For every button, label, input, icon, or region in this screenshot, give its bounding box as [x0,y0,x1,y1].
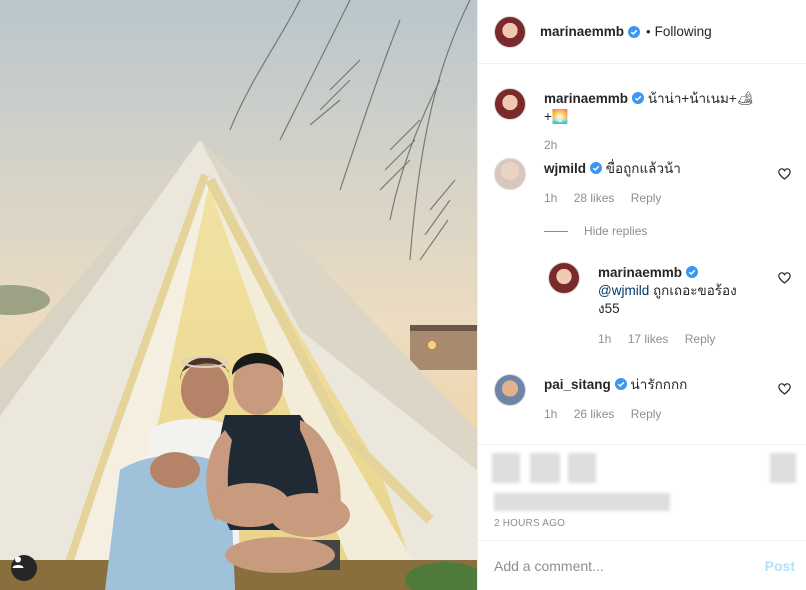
reply-time: 1h [598,332,612,346]
commenter-username[interactable]: pai_sitang [544,377,611,392]
post-dialog: marinaemmb • Following marinaemmb น้าน่า… [0,0,806,590]
reply-button[interactable]: Reply [631,407,662,421]
caption-text: น้าน่า+น้าเนม+ [647,91,737,106]
caption: marinaemmb น้าน่า+น้าเนม+🏕 +🌅 2h [494,88,760,152]
add-comment-bar: Post [478,540,806,590]
post-timestamp: 2 HOURS AGO [494,518,566,529]
comment-item: wjmild ขื่อถูกแล้วน้า 1h 28 likes Reply [494,158,760,205]
comment-text: ขื่อถูกแล้วน้า [605,161,681,176]
reply-avatar[interactable] [548,262,580,294]
comment-text: น่ารักกกก [630,377,688,392]
likes-count-blurred [494,493,670,511]
reply-button[interactable]: Reply [631,191,662,205]
share-button-blurred[interactable] [568,453,596,483]
heart-outline-icon[interactable] [778,272,791,284]
post-comment-button[interactable]: Post [765,558,795,574]
following-button[interactable]: Following [655,24,712,39]
commenter-username[interactable]: wjmild [544,161,586,176]
action-bar: 2 HOURS AGO [478,444,806,540]
comment-likes[interactable]: 26 likes [574,407,615,421]
mention-link[interactable]: @wjmild [598,283,649,298]
post-header: marinaemmb • Following [478,0,806,64]
divider-line [544,230,568,232]
caption-avatar[interactable] [494,88,526,120]
commenter-avatar[interactable] [494,158,526,190]
author-avatar[interactable] [494,15,526,48]
reply-item: marinaemmb @wjmild ถูกเถอะขอร้อง ง55 1h … [548,262,758,346]
comment-input[interactable] [494,557,765,574]
save-button-blurred[interactable] [770,453,796,483]
verified-badge-icon [686,266,699,278]
user-tag-icon[interactable] [11,555,37,581]
reply-text-continued: ง55 [598,301,620,316]
caption-time: 2h [544,138,558,152]
heart-outline-icon[interactable] [778,168,791,180]
comments-list: marinaemmb น้าน่า+น้าเนม+🏕 +🌅 2h wjmild ข… [478,64,806,444]
sunrise-emoji: 🌅 [551,109,569,124]
comment-button-blurred[interactable] [530,453,560,483]
hide-replies-button[interactable]: Hide replies [544,224,647,238]
author-username[interactable]: marinaemmb [540,24,624,39]
reply-username[interactable]: marinaemmb [598,265,682,280]
comment-time: 1h [544,407,558,421]
reply-button[interactable]: Reply [685,332,716,346]
reply-likes[interactable]: 17 likes [628,332,669,346]
caption-plus: + [544,109,552,124]
caption-username[interactable]: marinaemmb [544,91,628,106]
post-side-panel: marinaemmb • Following marinaemmb น้าน่า… [477,0,806,590]
comment-likes[interactable]: 28 likes [574,191,615,205]
verified-badge-icon [590,162,603,174]
camping-emoji: 🏕 [736,91,754,106]
separator-dot: • [646,24,651,39]
reply-text: ถูกเถอะขอร้อง [649,283,737,298]
verified-badge-icon [614,378,627,390]
like-button-blurred[interactable] [492,453,520,483]
hide-replies-label: Hide replies [584,224,648,238]
comment-time: 1h [544,191,558,205]
comment-item: pai_sitang น่ารักกกก 1h 26 likes Reply [494,374,760,421]
commenter-avatar[interactable] [494,374,526,406]
heart-outline-icon[interactable] [778,383,791,395]
photo-scene [0,0,477,590]
post-photo[interactable] [0,0,477,590]
verified-badge-icon [628,25,641,38]
verified-badge-icon [632,92,645,104]
